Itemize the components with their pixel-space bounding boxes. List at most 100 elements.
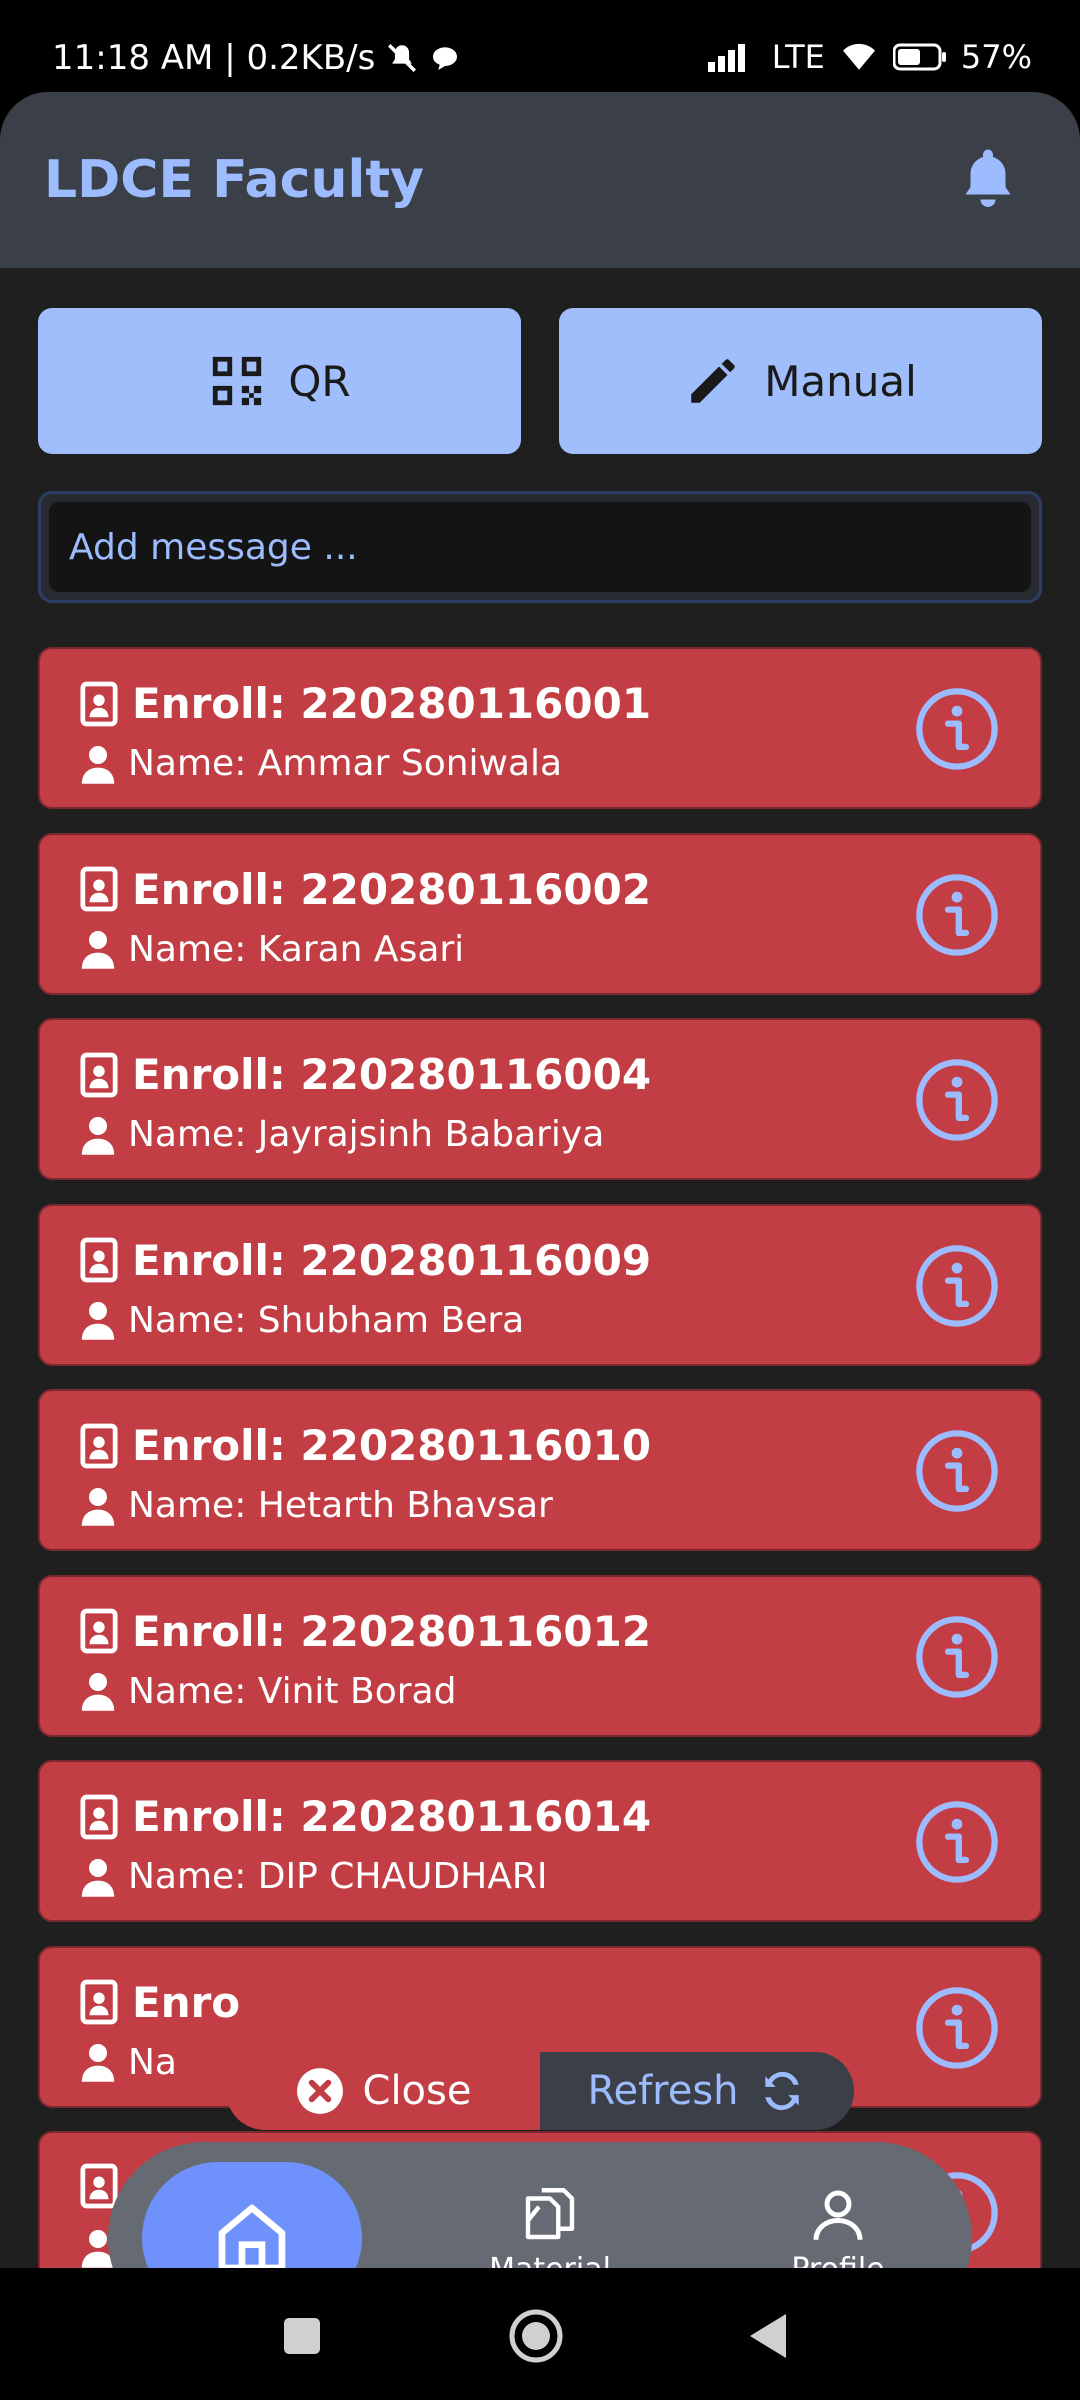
refresh-button[interactable]: Refresh xyxy=(540,2052,854,2130)
id-badge-icon xyxy=(80,1979,118,2025)
close-button-label: Close xyxy=(362,2068,472,2114)
info-icon[interactable] xyxy=(914,1428,1000,1514)
enroll-number: Enroll: 220280116001 xyxy=(132,679,652,728)
student-card[interactable]: Enroll: 220280116002 Name: Karan Asari xyxy=(38,832,1042,995)
recents-icon[interactable] xyxy=(282,2316,322,2356)
enroll-number: Enro xyxy=(132,1977,241,2027)
refresh-button-label: Refresh xyxy=(587,2068,739,2114)
person-icon xyxy=(81,1487,115,1526)
name-row: Name: Shubham Bera xyxy=(80,1300,524,1341)
student-card[interactable]: Enroll: 220280116004 Name: Jayrajsinh Bab… xyxy=(38,1018,1042,1180)
enroll-number: Enroll: 220280116004 xyxy=(132,1050,652,1099)
close-circle-icon xyxy=(296,2068,343,2114)
status-bar: 11:18 AM | 0.2KB/s LTE 57% xyxy=(0,0,1080,92)
home-icon xyxy=(218,2204,286,2268)
chat-icon xyxy=(433,47,458,70)
student-card[interactable]: Enroll: 220280116001 Name: Ammar Soniwala xyxy=(38,647,1042,809)
enroll-row: Enroll: 220280116002 xyxy=(80,865,651,914)
back-icon[interactable] xyxy=(748,2312,788,2360)
person-icon xyxy=(81,745,115,784)
nav-material[interactable]: Material xyxy=(460,2182,640,2268)
app-screen: LDCE Faculty QR Manual Enroll: 220280116… xyxy=(0,92,1080,2268)
close-button[interactable]: Close xyxy=(226,2052,540,2130)
message-input[interactable] xyxy=(49,502,1031,592)
student-name: Name: DIP CHAUDHARI xyxy=(128,1856,548,1897)
enroll-row: Enroll: 220280116010 xyxy=(80,1421,651,1470)
mute-icon xyxy=(388,43,417,73)
qr-button[interactable]: QR xyxy=(38,308,521,454)
enroll-number: Enroll: 220280116010 xyxy=(132,1421,652,1470)
student-card[interactable]: Enroll: 220280116012 Name: Vinit Borad xyxy=(38,1574,1042,1737)
wifi-icon xyxy=(842,43,875,70)
battery-icon xyxy=(892,43,946,71)
id-badge-icon xyxy=(80,1608,118,1654)
student-card[interactable]: Enroll: 220280116010 Name: Hetarth Bhavsa… xyxy=(38,1389,1042,1551)
info-icon[interactable] xyxy=(914,1985,1000,2071)
enroll-number: Enroll: 220280116002 xyxy=(132,864,652,914)
name-row: Name: Vinit Borad xyxy=(80,1671,456,1712)
person-icon xyxy=(81,1302,115,1340)
name-row: Name: Jayrajsinh Babariya xyxy=(80,1114,604,1155)
info-icon[interactable] xyxy=(914,1799,1000,1885)
enroll-row: Enroll: 220280116014 xyxy=(80,1792,651,1841)
app-header: LDCE Faculty xyxy=(0,92,1080,268)
enroll-number: Enroll: 220280116012 xyxy=(132,1606,652,1656)
name-row: Name: Karan Asari xyxy=(80,929,464,970)
action-buttons: QR Manual xyxy=(38,308,1042,454)
student-card[interactable]: Enroll: 220280116009 Name: Shubham Bera xyxy=(38,1203,1042,1366)
status-right: LTE 57% xyxy=(707,38,1032,76)
nav-profile[interactable]: Profile xyxy=(748,2182,928,2268)
bell-icon[interactable] xyxy=(958,144,1018,210)
documents-icon xyxy=(525,2188,575,2240)
name-row: Na xyxy=(80,2042,177,2083)
network-type: LTE xyxy=(771,38,825,76)
enroll-row: Enroll: 220280116001 xyxy=(80,679,651,728)
id-badge-icon xyxy=(80,1794,118,1839)
name-row: Name: Hetarth Bhavsar xyxy=(80,1485,553,1526)
bottom-nav: Material Profile xyxy=(108,2142,972,2268)
id-badge-icon xyxy=(80,2163,118,2209)
info-icon[interactable] xyxy=(914,1614,1000,1700)
id-badge-icon xyxy=(80,866,118,912)
info-icon[interactable] xyxy=(914,1057,1000,1143)
id-badge-icon xyxy=(80,1423,118,1468)
person-icon xyxy=(81,931,115,969)
enroll-row: Enroll: 220280116009 xyxy=(80,1236,651,1285)
student-card[interactable]: Enroll: 220280116014 Name: DIP CHAUDHARI xyxy=(38,1760,1042,1922)
nav-home[interactable] xyxy=(142,2162,362,2268)
qr-button-label: QR xyxy=(288,356,351,406)
status-time: 11:18 AM | 0.2KB/s xyxy=(52,38,376,78)
manual-button[interactable]: Manual xyxy=(559,308,1042,454)
student-name: Na xyxy=(128,2041,177,2083)
enroll-row: Enroll: 220280116004 xyxy=(80,1050,651,1099)
manual-button-label: Manual xyxy=(764,356,917,406)
person-icon xyxy=(813,2190,863,2240)
qr-code-icon xyxy=(213,356,262,406)
refresh-icon xyxy=(764,2071,799,2111)
signal-icon xyxy=(707,44,745,72)
info-icon[interactable] xyxy=(914,686,1000,772)
id-badge-icon xyxy=(80,681,118,726)
person-icon xyxy=(81,1673,115,1711)
message-field-wrapper xyxy=(38,491,1042,603)
info-icon[interactable] xyxy=(914,872,1000,958)
id-badge-icon xyxy=(80,1052,118,1097)
enroll-number: Enroll: 220280116014 xyxy=(132,1792,652,1841)
person-icon xyxy=(81,2044,115,2082)
floating-controls: Close Refresh xyxy=(226,2052,854,2130)
student-name: Name: Shubham Bera xyxy=(128,1299,525,1341)
student-name: Name: Ammar Soniwala xyxy=(128,743,563,784)
enroll-row: Enro xyxy=(80,1978,240,2027)
home-circle-icon[interactable] xyxy=(508,2308,564,2364)
info-icon[interactable] xyxy=(914,1243,1000,1329)
id-badge-icon xyxy=(80,1237,118,1283)
nav-profile-label: Profile xyxy=(791,2252,884,2268)
enroll-row: Enroll: 220280116012 xyxy=(80,1607,651,1656)
pencil-icon xyxy=(691,359,735,403)
person-icon xyxy=(81,1116,115,1155)
battery-level: 57% xyxy=(960,38,1032,76)
person-icon xyxy=(81,1858,115,1897)
nav-material-label: Material xyxy=(489,2252,611,2268)
student-name: Name: Karan Asari xyxy=(128,928,465,970)
student-name: Name: Jayrajsinh Babariya xyxy=(128,1114,605,1155)
